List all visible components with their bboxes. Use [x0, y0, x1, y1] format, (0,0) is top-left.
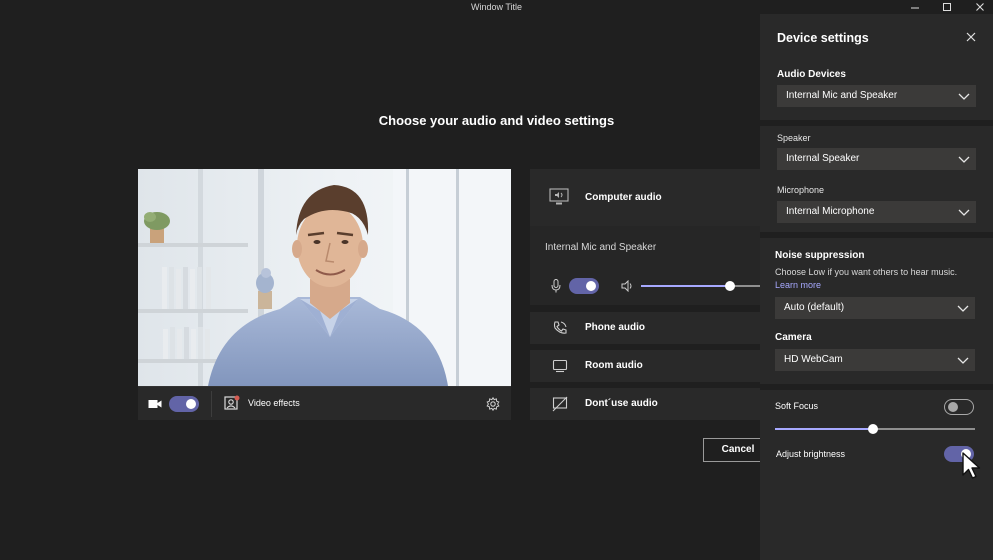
microphone-dropdown[interactable]: Internal Microphone — [777, 201, 976, 223]
device-settings-title: Device settings — [777, 31, 869, 45]
soft-focus-label: Soft Focus — [775, 401, 819, 411]
volume-slider[interactable] — [641, 281, 760, 291]
microphone-toggle[interactable] — [569, 278, 599, 294]
adjust-brightness-label: Adjust brightness — [776, 449, 846, 459]
room-audio-option[interactable]: Room audio — [530, 350, 760, 382]
audio-devices-dropdown[interactable]: Internal Mic and Speaker — [777, 85, 976, 107]
noise-suppression-value: Auto (default) — [784, 302, 845, 313]
video-effects-icon — [224, 395, 240, 410]
speaker-volume-icon — [621, 280, 632, 292]
audio-off-icon — [552, 396, 568, 412]
microphone-label: Microphone — [777, 185, 825, 195]
camera-toggle-knob — [186, 399, 196, 409]
minimize-icon — [911, 7, 919, 9]
soft-focus-toggle-knob — [948, 401, 958, 412]
speaker-dropdown[interactable]: Internal Speaker — [777, 148, 976, 170]
computer-audio-label: Computer audio — [585, 192, 662, 203]
camera-dropdown[interactable]: HD WebCam — [775, 349, 975, 371]
close-icon — [976, 3, 984, 11]
computer-audio-option[interactable]: Computer audio — [530, 169, 760, 226]
noise-suppression-label: Noise suppression — [775, 250, 865, 261]
microphone-icon — [551, 279, 561, 293]
room-audio-label: Room audio — [585, 360, 643, 371]
microphone-toggle-knob — [586, 281, 596, 291]
soft-focus-toggle[interactable] — [944, 399, 974, 415]
divider — [211, 391, 212, 417]
soft-focus-slider-thumb[interactable] — [868, 424, 878, 434]
settings-gear-icon[interactable] — [486, 397, 500, 411]
noise-suppression-dropdown[interactable]: Auto (default) — [775, 297, 975, 319]
phone-icon — [553, 321, 567, 334]
close-panel-icon[interactable] — [966, 32, 976, 42]
microphone-value: Internal Microphone — [786, 206, 875, 217]
soft-focus-slider-fill — [775, 428, 873, 430]
camera-icon — [148, 400, 162, 408]
maximize-button[interactable] — [937, 0, 957, 14]
audio-devices-value: Internal Mic and Speaker — [786, 90, 898, 101]
camera-preview-image — [138, 169, 511, 386]
panel-separator — [760, 384, 993, 390]
learn-more-link[interactable]: Learn more — [775, 280, 821, 290]
device-settings-panel: Device settings Audio Devices Internal M… — [760, 14, 993, 560]
volume-slider-fill — [641, 285, 730, 287]
panel-separator — [760, 120, 993, 126]
chevron-down-icon — [958, 209, 970, 216]
title-bar: Window Title — [0, 0, 993, 14]
dont-use-audio-option[interactable]: Dont´use audio — [530, 388, 760, 420]
speaker-label: Speaker — [777, 133, 811, 143]
audio-devices-label: Audio Devices — [777, 69, 846, 80]
computer-audio-details: Internal Mic and Speaker — [530, 226, 760, 305]
noise-suppression-hint: Choose Low if you want others to hear mu… — [775, 267, 958, 277]
window-title: Window Title — [470, 2, 523, 12]
dont-use-audio-label: Dont´use audio — [585, 398, 658, 409]
volume-slider-thumb[interactable] — [725, 281, 735, 291]
maximize-icon — [943, 3, 951, 11]
chevron-down-icon — [958, 156, 970, 163]
video-controls-bar: Video effects — [138, 386, 511, 420]
phone-audio-label: Phone audio — [585, 322, 645, 333]
phone-audio-option[interactable]: Phone audio — [530, 312, 760, 344]
speaker-value: Internal Speaker — [786, 153, 860, 164]
audio-device-name: Internal Mic and Speaker — [545, 242, 657, 253]
video-effects-label: Video effects — [248, 398, 300, 408]
chevron-down-icon — [958, 93, 970, 100]
panel-separator — [760, 232, 993, 238]
soft-focus-slider[interactable] — [775, 424, 975, 434]
room-audio-icon — [552, 359, 568, 373]
camera-toggle[interactable] — [169, 396, 199, 412]
camera-label: Camera — [775, 332, 812, 343]
computer-audio-icon — [549, 188, 569, 205]
close-window-button[interactable] — [970, 0, 990, 14]
camera-value: HD WebCam — [784, 354, 843, 365]
minimize-button[interactable] — [905, 0, 925, 14]
chevron-down-icon — [957, 305, 969, 312]
mouse-cursor-icon — [962, 452, 981, 479]
chevron-down-icon — [957, 357, 969, 364]
video-effects-button[interactable]: Video effects — [224, 395, 324, 413]
video-preview — [138, 169, 511, 386]
